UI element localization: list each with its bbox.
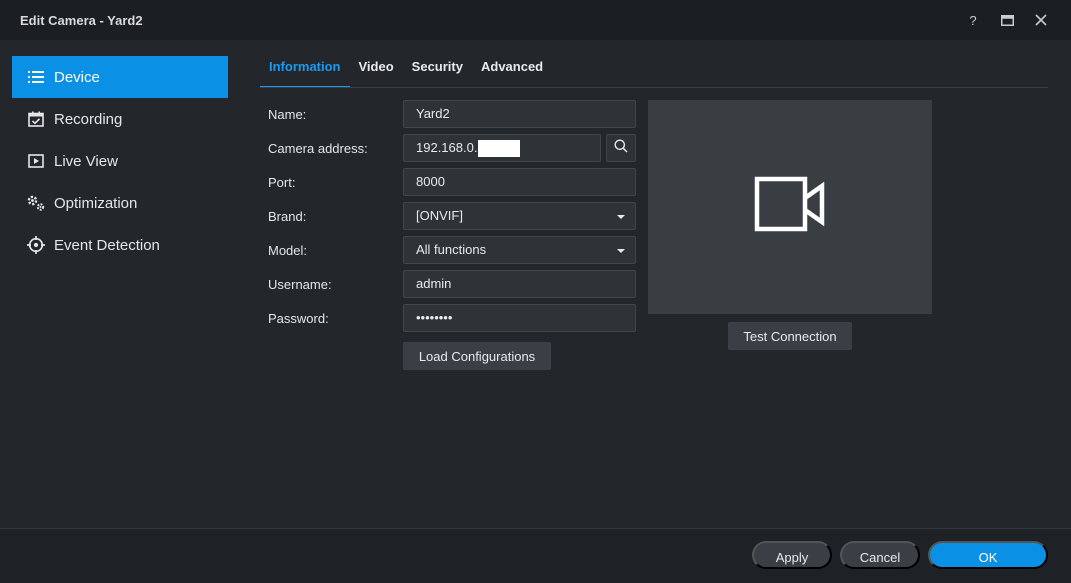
tab-security[interactable]: Security — [403, 48, 472, 88]
window-title: Edit Camera - Yard2 — [20, 12, 143, 28]
gears-icon — [26, 193, 46, 213]
model-select[interactable]: All functions — [403, 236, 636, 264]
password-label: Password: — [268, 311, 329, 326]
camera-address-value: 192.168.0. — [416, 140, 478, 155]
edit-camera-dialog: Edit Camera - Yard2 ? Device Recording L… — [0, 0, 1071, 583]
brand-select[interactable]: [ONVIF] — [403, 202, 636, 230]
username-label: Username: — [268, 277, 332, 292]
search-button[interactable] — [606, 134, 636, 162]
camera-address-field[interactable]: 192.168.0. — [403, 134, 601, 162]
sidebar: Device Recording Live View Optimization … — [0, 40, 238, 528]
search-icon — [614, 139, 628, 158]
brand-label: Brand: — [268, 209, 307, 224]
camera-address-label: Camera address: — [268, 141, 368, 156]
main-content: Information Video Security Advanced Name… — [238, 40, 1071, 528]
model-select-value: All functions — [416, 242, 487, 257]
sidebar-item-label: Device — [54, 68, 100, 86]
port-label: Port: — [268, 175, 296, 190]
sidebar-item-optimization[interactable]: Optimization — [12, 182, 228, 224]
window-controls: ? — [965, 0, 1049, 40]
redacted-block — [478, 140, 521, 158]
password-field[interactable]: •••••••• — [403, 304, 636, 332]
tab-advanced[interactable]: Advanced — [472, 48, 552, 88]
name-label: Name: — [268, 107, 307, 122]
model-label: Model: — [268, 243, 308, 258]
username-field[interactable]: admin — [403, 270, 636, 298]
name-field[interactable]: Yard2 — [403, 100, 636, 128]
load-configurations-button[interactable]: Load Configurations — [403, 342, 551, 370]
tab-information[interactable]: Information — [260, 48, 350, 88]
test-connection-button[interactable]: Test Connection — [728, 322, 852, 350]
title-bar: Edit Camera - Yard2 ? — [0, 0, 1071, 40]
sidebar-item-live-view[interactable]: Live View — [12, 140, 228, 182]
sidebar-item-label: Optimization — [54, 194, 138, 212]
camera-preview — [648, 100, 932, 314]
port-field[interactable]: 8000 — [403, 168, 636, 196]
close-icon[interactable] — [1033, 12, 1049, 28]
video-camera-icon — [754, 176, 826, 239]
maximize-icon[interactable] — [999, 12, 1015, 28]
tab-bar: Information Video Security Advanced — [260, 48, 552, 88]
sidebar-item-device[interactable]: Device — [12, 56, 228, 98]
dialog-footer: Apply Cancel OK — [0, 528, 1071, 583]
tab-video[interactable]: Video — [350, 48, 403, 88]
play-square-icon — [26, 151, 46, 171]
ok-button[interactable]: OK — [928, 541, 1048, 569]
cancel-button[interactable]: Cancel — [840, 541, 920, 569]
crosshair-icon — [26, 235, 46, 255]
list-icon — [26, 67, 46, 87]
chevron-down-icon — [617, 215, 625, 219]
sidebar-item-label: Event Detection — [54, 236, 160, 254]
calendar-check-icon — [26, 109, 46, 129]
tab-divider — [260, 87, 1048, 88]
sidebar-item-label: Live View — [54, 152, 118, 170]
sidebar-item-recording[interactable]: Recording — [12, 98, 228, 140]
apply-button[interactable]: Apply — [752, 541, 832, 569]
chevron-down-icon — [617, 249, 625, 253]
brand-select-value: [ONVIF] — [416, 208, 463, 223]
sidebar-item-event-detection[interactable]: Event Detection — [12, 224, 228, 266]
help-icon[interactable]: ? — [965, 12, 981, 28]
sidebar-item-label: Recording — [54, 110, 123, 128]
